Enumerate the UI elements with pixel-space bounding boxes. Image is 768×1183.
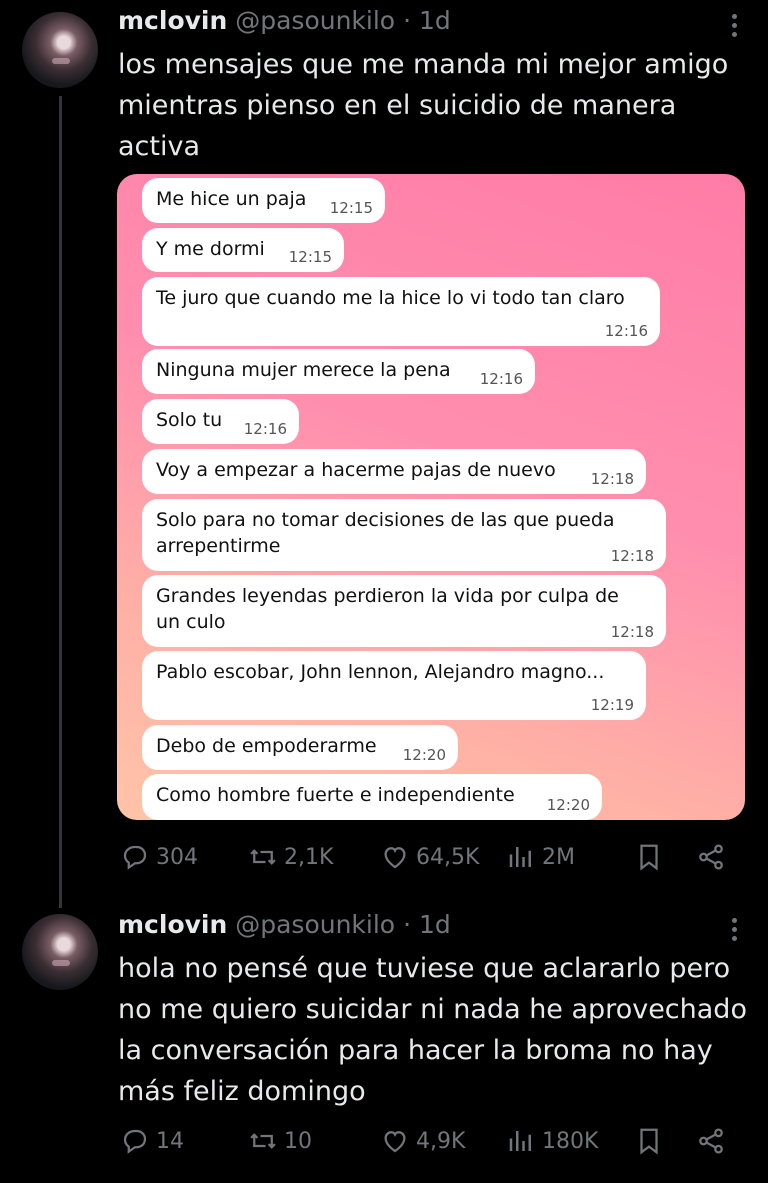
chat-time: 12:18 bbox=[590, 470, 634, 488]
tweet-actions: 304 2,1K 64,5K 2M bbox=[118, 842, 736, 876]
chat-message: Grandes leyendas perdieron la vida por c… bbox=[156, 585, 619, 633]
like-count: 4,9K bbox=[416, 1128, 466, 1154]
tweet-age[interactable]: 1d bbox=[419, 910, 451, 939]
tweet-text: los mensajes que me manda mi mejor amigo… bbox=[118, 49, 729, 162]
chat-bubble: Solo para no tomar decisiones de las que… bbox=[142, 499, 666, 571]
chat-bubble: Debo de empoderarme 12:20 bbox=[142, 725, 458, 770]
chat-bubble: Te juro que cuando me la hice lo vi todo… bbox=[142, 277, 660, 346]
reply-count: 14 bbox=[156, 1128, 184, 1154]
tweet-header: mclovin @pasounkilo · 1d bbox=[118, 910, 451, 939]
retweet-button[interactable]: 2,1K bbox=[248, 842, 333, 872]
chat-time: 12:16 bbox=[479, 370, 523, 388]
chat-bubble: Y me dormi 12:15 bbox=[142, 228, 344, 272]
retweet-icon bbox=[250, 1133, 276, 1149]
chat-message: Solo para no tomar decisiones de las que… bbox=[156, 509, 615, 557]
chat-bubble: Solo tu 12:16 bbox=[142, 399, 299, 444]
like-icon bbox=[384, 847, 406, 869]
retweet-button[interactable]: 10 bbox=[248, 1126, 312, 1156]
tweet-media-image[interactable]: Me hice un paja 12:15 Y me dormi 12:15 T… bbox=[117, 174, 745, 820]
chat-time: 12:18 bbox=[610, 547, 654, 565]
like-count: 64,5K bbox=[416, 844, 480, 870]
chat-time: 12:15 bbox=[329, 199, 373, 217]
share-button[interactable] bbox=[696, 1126, 726, 1156]
chat-time: 12:20 bbox=[546, 796, 590, 814]
retweet-count: 10 bbox=[284, 1128, 312, 1154]
separator-dot: · bbox=[403, 6, 412, 35]
chat-bubble: Grandes leyendas perdieron la vida por c… bbox=[142, 575, 666, 647]
chat-bubble: Voy a empezar a hacerme pajas de nuevo 1… bbox=[142, 449, 646, 494]
chat-message: Debo de empoderarme bbox=[156, 735, 377, 757]
chat-bubble: Me hice un paja 12:15 bbox=[142, 178, 385, 223]
chat-bubble: Pablo escobar, John lennon, Alejandro ma… bbox=[142, 651, 646, 720]
user-handle[interactable]: @pasounkilo bbox=[235, 6, 395, 35]
display-name[interactable]: mclovin bbox=[118, 910, 227, 939]
retweet-icon bbox=[250, 849, 276, 865]
tweet-1[interactable]: mclovin @pasounkilo · 1d los mensajes qu… bbox=[0, 0, 768, 900]
tweet-text: hola no pensé que tuviese que aclararlo … bbox=[118, 953, 747, 1107]
chat-time: 12:19 bbox=[590, 696, 634, 714]
like-button[interactable]: 64,5K bbox=[380, 842, 479, 872]
chat-time: 12:18 bbox=[610, 623, 654, 641]
views-count: 2M bbox=[542, 844, 575, 870]
views-icon bbox=[509, 847, 531, 867]
views-button[interactable]: 180K bbox=[506, 1126, 598, 1156]
chat-bubble: Como hombre fuerte e independiente 12:20 bbox=[142, 774, 602, 820]
bookmark-button[interactable] bbox=[634, 842, 664, 872]
avatar[interactable] bbox=[22, 12, 98, 88]
bookmark-button[interactable] bbox=[634, 1126, 664, 1156]
chat-message: Como hombre fuerte e independiente bbox=[156, 784, 515, 806]
more-icon[interactable] bbox=[732, 918, 738, 945]
like-icon bbox=[384, 1131, 406, 1153]
reply-icon bbox=[123, 845, 147, 870]
separator-dot: · bbox=[403, 910, 412, 939]
share-icon bbox=[699, 844, 723, 870]
reply-button[interactable]: 14 bbox=[120, 1126, 184, 1156]
chat-bubble: Ninguna mujer merece la pena 12:16 bbox=[142, 349, 535, 394]
views-icon bbox=[509, 1131, 531, 1151]
chat-message: Voy a empezar a hacerme pajas de nuevo bbox=[156, 459, 556, 481]
chat-time: 12:20 bbox=[402, 746, 446, 764]
tweet-age[interactable]: 1d bbox=[419, 6, 451, 35]
chat-message: Te juro que cuando me la hice lo vi todo… bbox=[156, 287, 625, 309]
share-button[interactable] bbox=[696, 842, 726, 872]
chat-message: Ninguna mujer merece la pena bbox=[156, 359, 451, 381]
avatar[interactable] bbox=[22, 914, 98, 990]
chat-time: 12:15 bbox=[288, 248, 332, 266]
views-button[interactable]: 2M bbox=[506, 842, 575, 872]
display-name[interactable]: mclovin bbox=[118, 6, 227, 35]
tweet-2[interactable]: mclovin @pasounkilo · 1d hola no pensé q… bbox=[0, 900, 768, 1183]
views-count: 180K bbox=[542, 1128, 599, 1154]
tweet-header: mclovin @pasounkilo · 1d bbox=[118, 6, 451, 35]
share-icon bbox=[699, 1128, 723, 1154]
user-handle[interactable]: @pasounkilo bbox=[235, 910, 395, 939]
retweet-count: 2,1K bbox=[284, 844, 334, 870]
chat-message: Pablo escobar, John lennon, Alejandro ma… bbox=[156, 661, 605, 683]
chat-time: 12:16 bbox=[243, 420, 287, 438]
reply-icon bbox=[123, 1129, 147, 1154]
bookmark-icon bbox=[640, 844, 658, 871]
reply-count: 304 bbox=[156, 844, 198, 870]
like-button[interactable]: 4,9K bbox=[380, 1126, 465, 1156]
tweet-actions: 14 10 4,9K 180K bbox=[118, 1126, 736, 1160]
chat-time: 12:16 bbox=[604, 322, 648, 340]
more-icon[interactable] bbox=[732, 14, 738, 41]
bookmark-icon bbox=[640, 1128, 658, 1155]
reply-button[interactable]: 304 bbox=[120, 842, 198, 872]
